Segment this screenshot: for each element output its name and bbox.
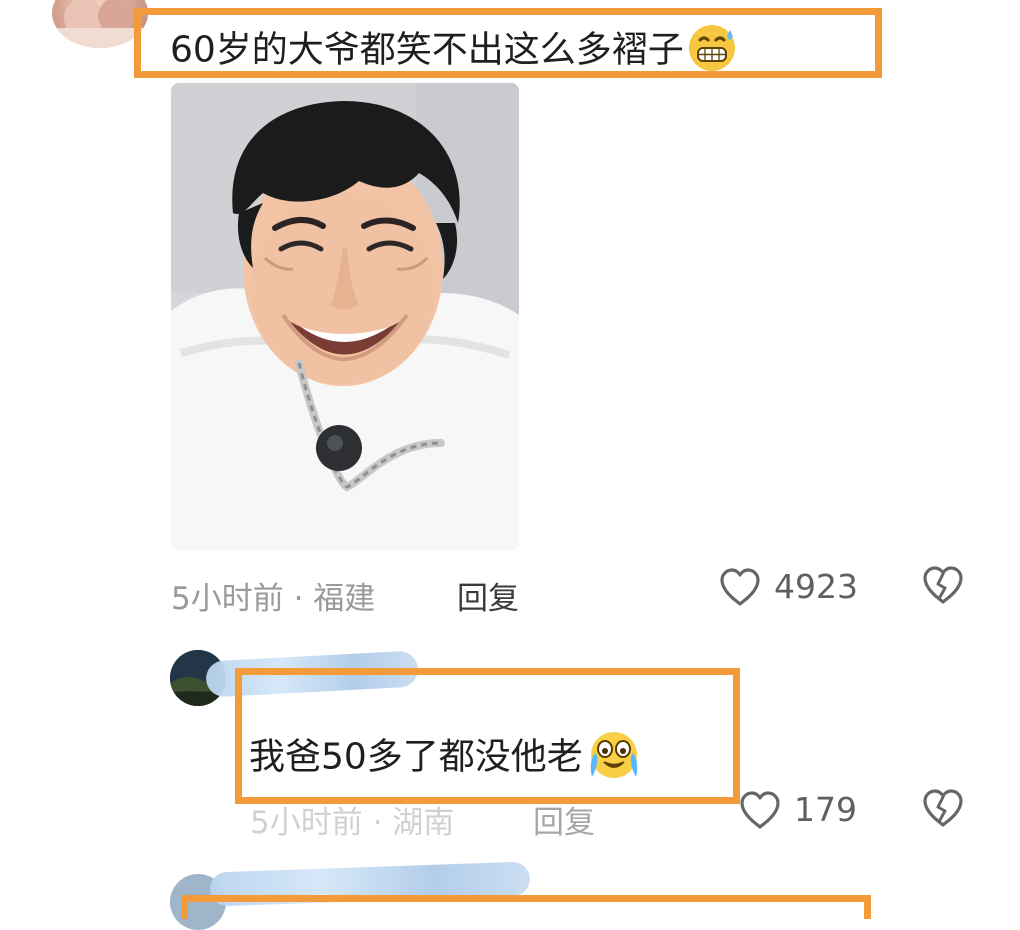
- dislike-button[interactable]: [921, 566, 965, 610]
- comment-meta: 5小时前 · 福建: [171, 581, 376, 617]
- like-count: 4923: [774, 567, 858, 606]
- dislike-button[interactable]: [921, 789, 965, 833]
- grimacing-sweat-emoji-icon: [684, 22, 738, 81]
- broken-heart-icon: [921, 789, 965, 833]
- broken-heart-icon: [921, 566, 965, 610]
- crying-tears-emoji-icon: [583, 728, 643, 789]
- heart-icon: [718, 568, 762, 612]
- like-count: 179: [794, 790, 857, 829]
- highlight-box: [181, 895, 871, 919]
- reply-button[interactable]: 回复: [533, 797, 595, 842]
- comment-meta: 5小时前 · 湖南: [250, 805, 455, 841]
- like-button[interactable]: 4923: [718, 566, 858, 614]
- reply-button[interactable]: 回复: [457, 573, 519, 618]
- comment-text: 60岁的大爷都笑不出这么多褶子: [170, 22, 738, 81]
- comment-image[interactable]: [171, 83, 519, 550]
- comment-text: 我爸50多了都没他老: [249, 728, 643, 789]
- like-button[interactable]: 179: [738, 789, 878, 837]
- heart-icon: [738, 791, 782, 835]
